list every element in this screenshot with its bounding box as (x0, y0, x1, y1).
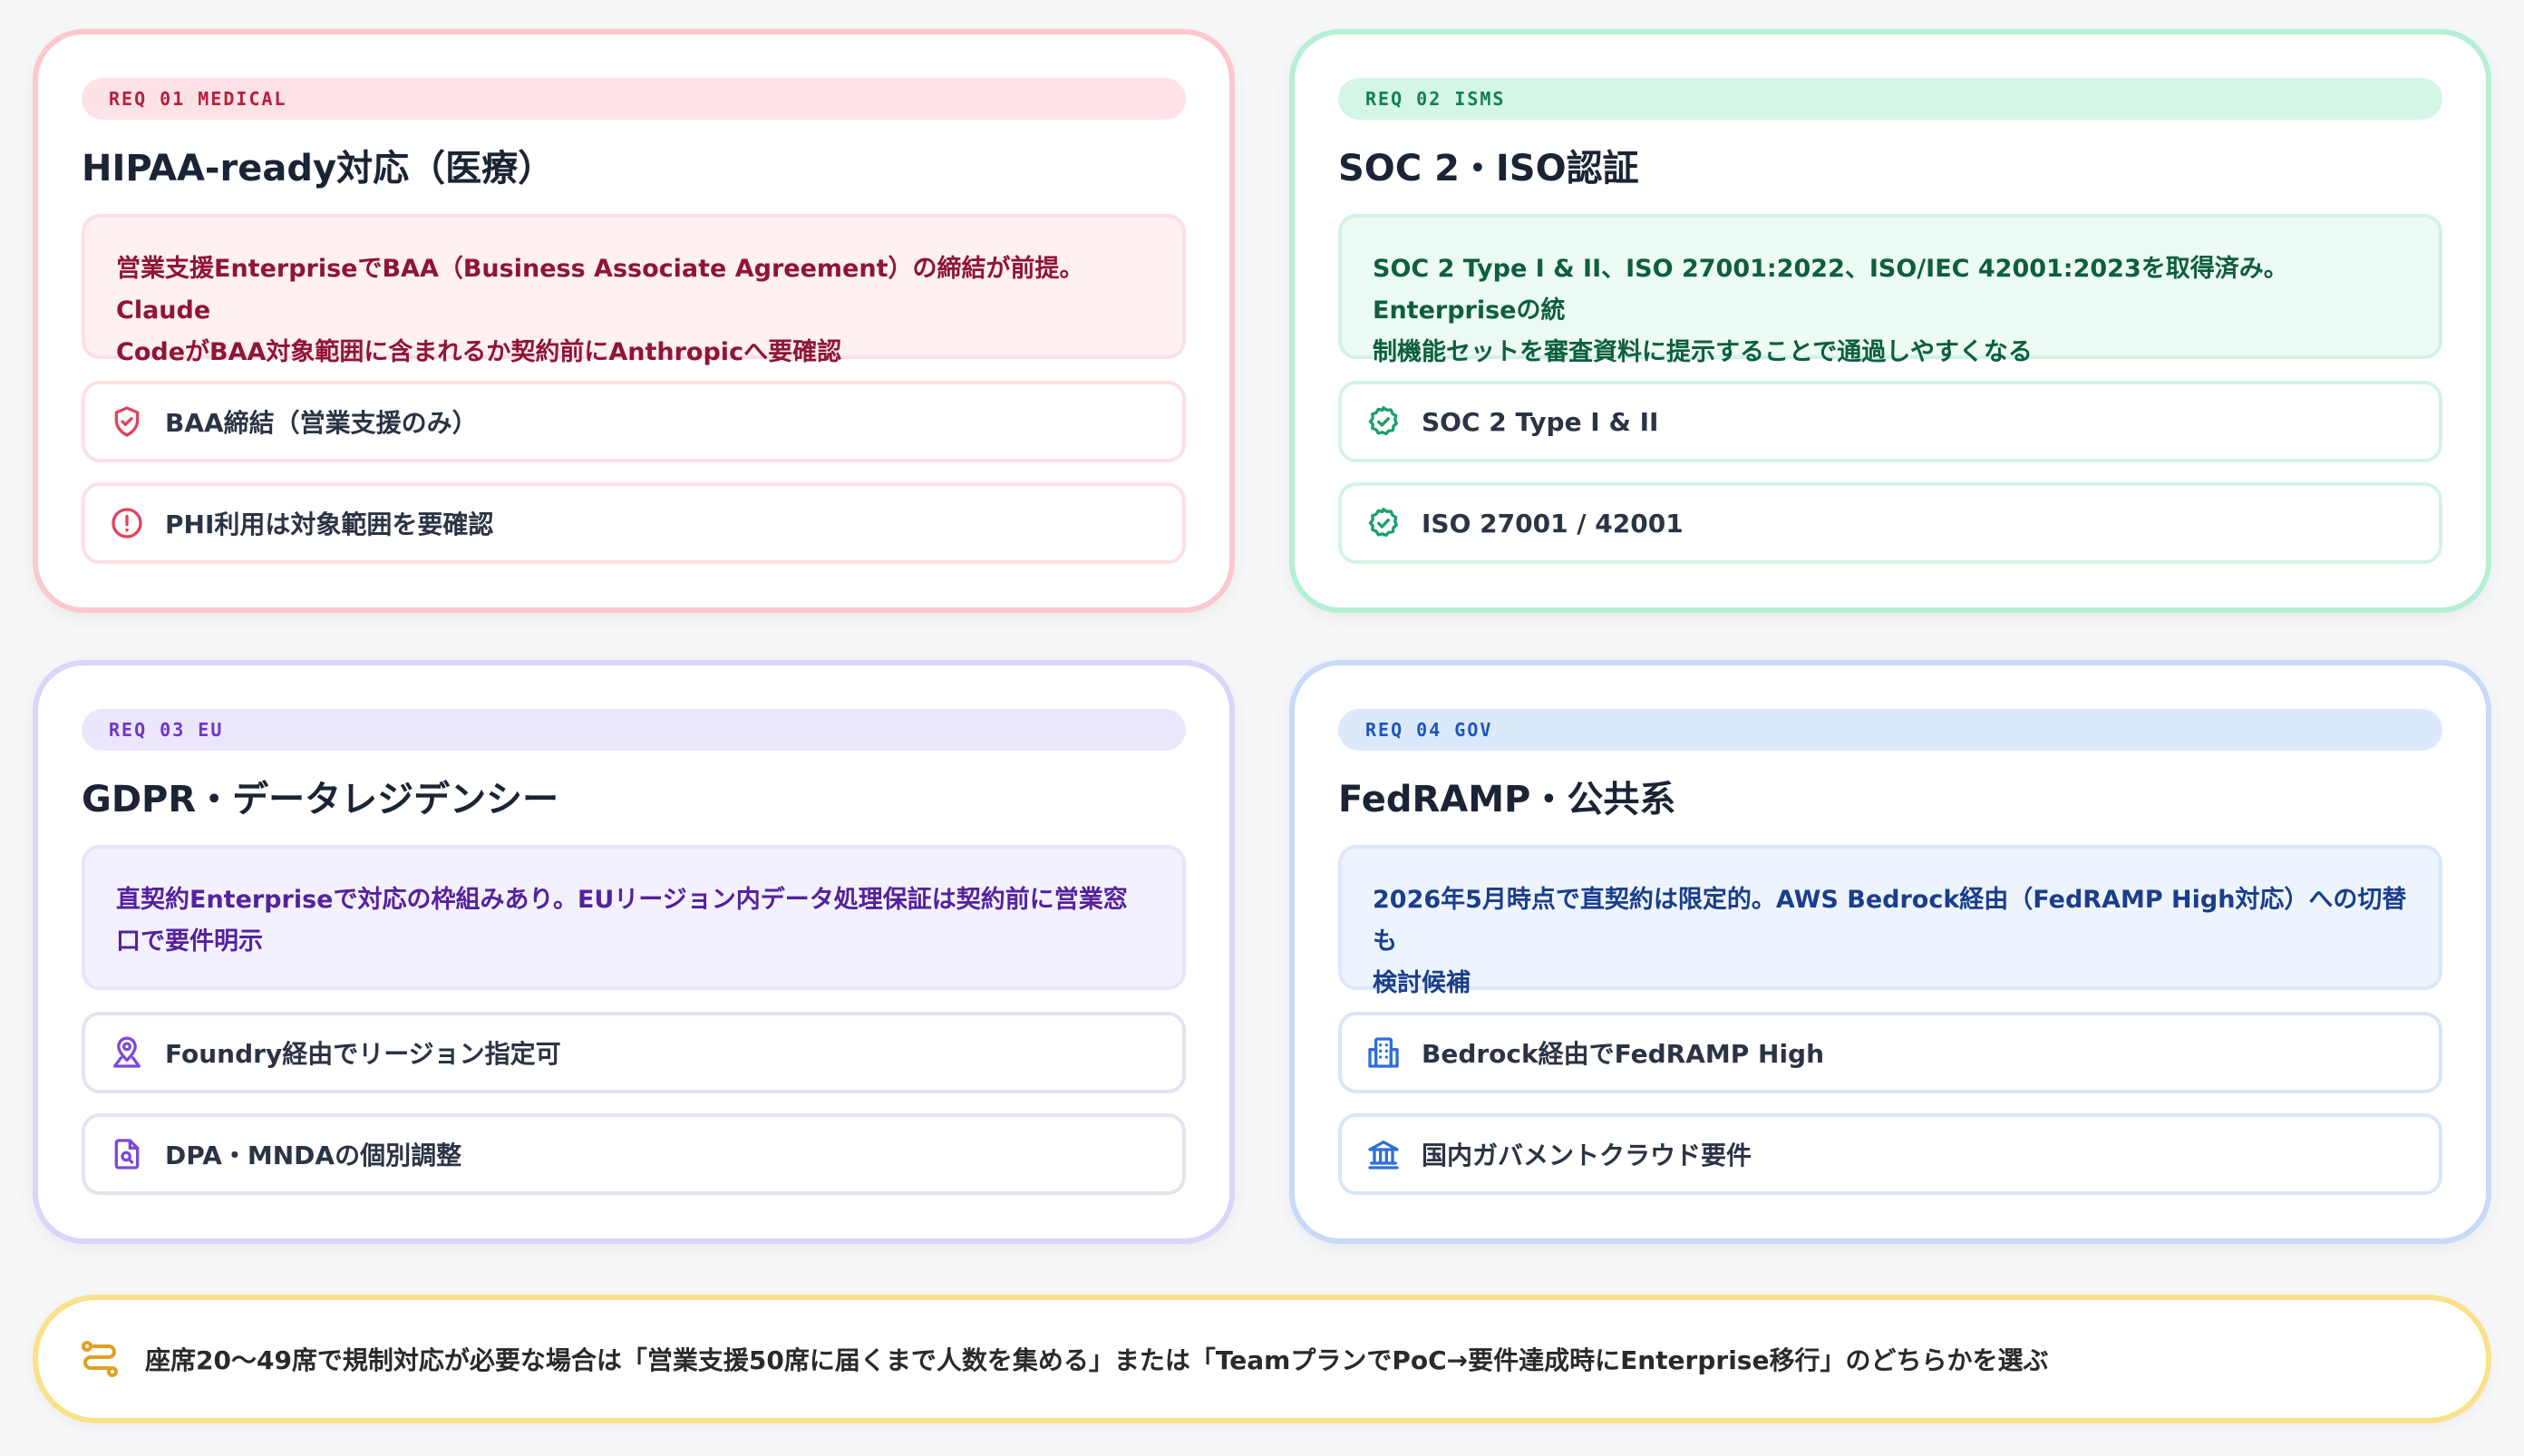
list-item-label: Bedrock経由でFedRAMP High (1422, 1039, 1825, 1069)
description-line: CodeがBAA対象範囲に含まれるか契約前にAnthropicへ要確認 (116, 338, 842, 366)
card-soc-iso: REQ 02 ISMS SOC 2・ISO認証 SOC 2 Type I & I… (1289, 29, 2491, 613)
footer-text: 座席20〜49席で規制対応が必要な場合は「営業支援50席に届くまで人数を集める」… (145, 1345, 2049, 1375)
card-title: SOC 2・ISO認証 (1338, 148, 1639, 189)
description-line: 直契約Enterpriseで対応の枠組みあり。EUリージョン内データ処理保証は契… (116, 886, 1128, 914)
list-item: SOC 2 Type I & II (1338, 381, 2442, 462)
list-item: BAA締結（営業支援のみ） (82, 381, 1186, 462)
list-item: PHI利用は対象範囲を要確認 (82, 482, 1186, 564)
description-line: SOC 2 Type I & II、ISO 27001:2022、ISO/IEC… (1373, 255, 2288, 325)
card-description: 営業支援EnterpriseでBAA（Business Associate Ag… (82, 214, 1186, 366)
description-line: 営業支援EnterpriseでBAA（Business Associate Ag… (116, 255, 1084, 325)
card-tag: REQ 04 GOV (1338, 709, 2442, 751)
card-description: 直契約Enterpriseで対応の枠組みあり。EUリージョン内データ処理保証は契… (82, 845, 1186, 990)
description-line: 口で要件明示 (116, 927, 263, 956)
list-item: ISO 27001 / 42001 (1338, 482, 2442, 564)
list-item-label: Foundry経由でリージョン指定可 (165, 1039, 561, 1069)
card-hipaa: REQ 01 MEDICAL HIPAA-ready対応（医療） 営業支援Ent… (33, 29, 1235, 613)
list-item-label: DPA・MNDAの個別調整 (165, 1141, 462, 1170)
map-pin-icon (109, 1034, 145, 1071)
list-item-label: BAA締結（営業支援のみ） (165, 408, 478, 438)
requirements-grid: REQ 01 MEDICAL HIPAA-ready対応（医療） 営業支援Ent… (33, 29, 2491, 1244)
card-title: GDPR・データレジデンシー (82, 779, 559, 820)
card-fedramp: REQ 04 GOV FedRAMP・公共系 2026年5月時点で直契約は限定的… (1289, 660, 2491, 1244)
list-item-label: ISO 27001 / 42001 (1422, 508, 1684, 539)
shield-check-icon (109, 403, 145, 440)
badge-check-icon (1365, 505, 1402, 541)
description-line: 検討候補 (1373, 969, 1471, 997)
file-search-icon (109, 1136, 145, 1172)
card-tag: REQ 01 MEDICAL (82, 78, 1186, 120)
card-title: HIPAA-ready対応（医療） (82, 148, 555, 189)
card-tag: REQ 02 ISMS (1338, 78, 2442, 120)
footer-note: 座席20〜49席で規制対応が必要な場合は「営業支援50席に届くまで人数を集める」… (33, 1295, 2491, 1423)
card-tag: REQ 03 EU (82, 709, 1186, 751)
building-icon (1365, 1034, 1402, 1071)
description-line: 制機能セットを審査資料に提示することで通過しやすくなる (1373, 338, 2033, 366)
badge-check-icon (1365, 403, 1402, 440)
list-item-label: PHI利用は対象範囲を要確認 (165, 510, 494, 539)
card-title: FedRAMP・公共系 (1338, 779, 1676, 820)
list-item-label: 国内ガバメントクラウド要件 (1422, 1141, 1752, 1170)
route-icon (78, 1337, 121, 1381)
description-line: 2026年5月時点で直契約は限定的。AWS Bedrock経由（FedRAMP … (1373, 886, 2407, 956)
card-description: SOC 2 Type I & II、ISO 27001:2022、ISO/IEC… (1338, 214, 2442, 366)
list-item-label: SOC 2 Type I & II (1422, 406, 1659, 437)
card-description: 2026年5月時点で直契約は限定的。AWS Bedrock経由（FedRAMP … (1338, 845, 2442, 997)
card-gdpr: REQ 03 EU GDPR・データレジデンシー 直契約Enterpriseで対… (33, 660, 1235, 1244)
list-item: DPA・MNDAの個別調整 (82, 1113, 1186, 1195)
list-item: 国内ガバメントクラウド要件 (1338, 1113, 2442, 1195)
alert-circle-icon (109, 505, 145, 541)
list-item: Bedrock経由でFedRAMP High (1338, 1012, 2442, 1093)
landmark-icon (1365, 1136, 1402, 1172)
list-item: Foundry経由でリージョン指定可 (82, 1012, 1186, 1093)
